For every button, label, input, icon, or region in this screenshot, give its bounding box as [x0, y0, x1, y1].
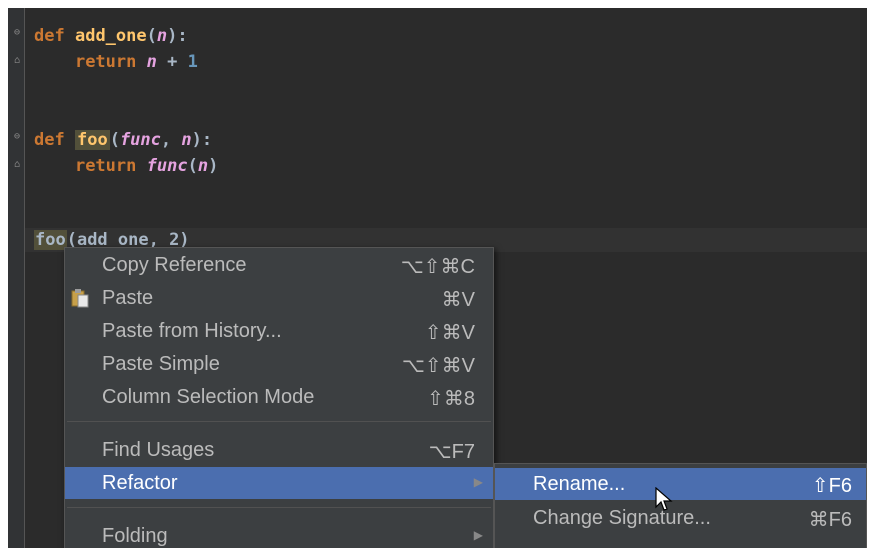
function-name: add_one — [74, 26, 147, 46]
menu-item-shortcut: ⌘F6 — [808, 509, 852, 531]
fold-open-icon[interactable]: ⊖ — [14, 132, 24, 142]
keyword: return — [74, 156, 137, 176]
menu-item-paste-simple[interactable]: Paste Simple ⌥⇧⌘V — [65, 348, 493, 380]
menu-separator — [67, 421, 491, 422]
menu-item-shortcut: ⌘V — [441, 289, 475, 311]
argument: n — [197, 156, 209, 176]
code-line-2[interactable]: return n + 1 — [34, 52, 198, 72]
menu-item-label: Refactor — [102, 472, 178, 494]
punct: , — [160, 130, 182, 150]
submenu-arrow-icon: ▶ — [473, 475, 483, 489]
call-name: func — [146, 156, 188, 176]
frame-top — [0, 0, 875, 8]
fold-open-icon[interactable]: ⊖ — [14, 28, 24, 38]
menu-item-shortcut: ⌥⇧⌘V — [401, 355, 475, 377]
editor-gutter[interactable] — [8, 8, 24, 548]
frame-right — [867, 0, 875, 554]
menu-item-label: Copy Reference — [102, 254, 247, 276]
submenu-arrow-icon: ▶ — [473, 528, 483, 542]
punct: ): — [167, 26, 188, 46]
menu-item-label: Find Usages — [102, 439, 215, 461]
punct: ): — [191, 130, 213, 150]
number-literal: 1 — [187, 52, 198, 72]
code-line-3[interactable]: def foo (func, n): — [34, 130, 212, 150]
keyword: def — [34, 26, 65, 46]
fold-end-icon[interactable]: ⌂ — [14, 56, 24, 66]
menu-item-label: Paste from History... — [102, 320, 282, 342]
punct: ) — [208, 156, 219, 176]
menu-item-shortcut: ⇧⌘8 — [427, 388, 475, 410]
menu-item-copy-reference[interactable]: Copy Reference ⌥⇧⌘C — [65, 249, 493, 281]
menu-item-paste-from-history[interactable]: Paste from History... ⇧⌘V — [65, 315, 493, 347]
menu-item-shortcut: ⌥⇧⌘C — [400, 256, 475, 278]
menu-item-find-usages[interactable]: Find Usages ⌥F7 — [65, 434, 493, 466]
submenu-item-rename[interactable]: Rename... ⇧F6 — [495, 468, 866, 500]
function-name-highlighted: foo — [74, 130, 110, 150]
menu-item-column-selection-mode[interactable]: Column Selection Mode ⇧⌘8 — [65, 381, 493, 413]
menu-item-shortcut: ⇧⌘V — [424, 322, 475, 344]
submenu-item-change-signature[interactable]: Change Signature... ⌘F6 — [495, 502, 866, 534]
frame-bottom — [0, 548, 875, 554]
parameter: n — [181, 130, 192, 150]
menu-item-label: Folding — [102, 525, 168, 547]
clipboard-icon — [71, 289, 89, 308]
context-menu: Copy Reference ⌥⇧⌘C Paste ⌘V Paste from … — [64, 247, 494, 554]
menu-item-label: Paste — [102, 287, 154, 309]
refactor-submenu: Rename... ⇧F6 Change Signature... ⌘F6 — [494, 463, 867, 554]
menu-item-label: Change Signature... — [533, 507, 711, 529]
code-line-1[interactable]: def add_one(n): — [34, 26, 188, 46]
menu-item-refactor[interactable]: Refactor ▶ — [65, 467, 493, 499]
call-highlighted: foo — [34, 230, 67, 250]
keyword: def — [34, 130, 65, 150]
menu-separator — [67, 507, 491, 508]
frame-left — [0, 0, 8, 554]
keyword: return — [74, 52, 137, 72]
punct: ( — [146, 26, 157, 46]
punct: ( — [187, 156, 198, 176]
menu-item-shortcut: ⌥F7 — [428, 441, 475, 463]
fold-end-icon[interactable]: ⌂ — [14, 160, 24, 170]
menu-item-label: Column Selection Mode — [102, 386, 315, 408]
code-line-4[interactable]: return func(n) — [34, 156, 218, 176]
menu-item-label: Paste Simple — [102, 353, 220, 375]
menu-item-label: Rename... — [533, 473, 626, 495]
parameter: n — [156, 26, 168, 46]
menu-item-paste[interactable]: Paste ⌘V — [65, 282, 493, 314]
menu-item-shortcut: ⇧F6 — [811, 475, 852, 497]
variable: n — [146, 52, 157, 72]
parameter: func — [119, 130, 161, 150]
operator: + — [156, 52, 188, 72]
punct: ( — [109, 130, 120, 150]
mouse-pointer-icon — [655, 487, 673, 511]
